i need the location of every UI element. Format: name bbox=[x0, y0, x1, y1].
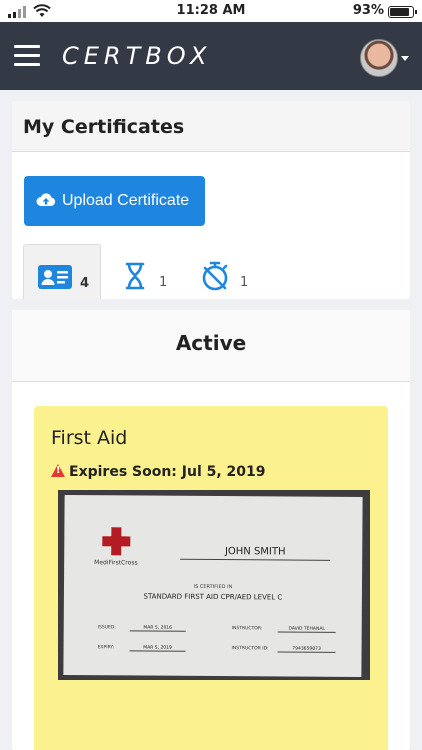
tab-expiring[interactable]: 1 bbox=[122, 244, 186, 299]
instructor-value: DAVID TEHANAL bbox=[277, 626, 336, 633]
active-count: 4 bbox=[80, 276, 90, 291]
battery-icon bbox=[388, 6, 417, 18]
expired-count: 1 bbox=[240, 275, 249, 290]
avatar[interactable] bbox=[360, 39, 398, 77]
stopwatch-off-icon bbox=[202, 261, 228, 291]
instructor-id-value: 7943659873 bbox=[277, 646, 336, 653]
section-title: Active bbox=[12, 310, 410, 382]
certificate-card[interactable]: First Aid Expires Soon: Jul 5, 2019 Medi… bbox=[34, 406, 388, 750]
certificate-org: MediFirstCross bbox=[94, 559, 138, 567]
expiry-warning: Expires Soon: Jul 5, 2019 bbox=[51, 464, 266, 480]
tab-expired[interactable]: 1 bbox=[200, 244, 264, 299]
navbar: CERTBOX bbox=[0, 22, 422, 90]
id-card-icon bbox=[38, 265, 72, 289]
cloud-upload-icon bbox=[36, 193, 56, 206]
active-card: Active First Aid Expires Soon: Jul 5, 20… bbox=[12, 310, 410, 750]
certificate-holder: JOHN SMITH bbox=[180, 545, 331, 561]
certificates-card: My Certificates Upload Certificate 4 1 1 bbox=[12, 101, 410, 299]
page-title: My Certificates bbox=[12, 101, 410, 152]
expiry-text: Expires Soon: Jul 5, 2019 bbox=[69, 464, 266, 480]
menu-icon[interactable] bbox=[14, 45, 40, 67]
expiring-count: 1 bbox=[159, 275, 168, 290]
battery-percent: 93% bbox=[352, 3, 384, 18]
chevron-down-icon[interactable] bbox=[401, 56, 409, 61]
certificate-tabs: 4 1 1 bbox=[12, 244, 410, 299]
status-bar: 11:28 AM 93% bbox=[0, 0, 422, 22]
hourglass-icon bbox=[125, 262, 145, 290]
certificate-image[interactable]: MediFirstCross JOHN SMITH IS CERTIFIED I… bbox=[58, 490, 370, 680]
tab-active[interactable]: 4 bbox=[23, 244, 101, 299]
expiry-label: EXPIRY: bbox=[97, 645, 115, 651]
upload-button-label: Upload Certificate bbox=[62, 192, 190, 209]
red-cross-logo bbox=[102, 527, 131, 556]
issued-label: ISSUED: bbox=[97, 625, 116, 631]
certificate-title: First Aid bbox=[51, 427, 128, 449]
instructor-id-label: INSTRUCTOR ID: bbox=[231, 646, 269, 652]
certified-in-label: IS CERTIFIED IN bbox=[193, 583, 233, 591]
issued-value: MAR 5, 2016 bbox=[129, 625, 186, 632]
certificate-paper: MediFirstCross JOHN SMITH IS CERTIFIED I… bbox=[63, 494, 363, 678]
expiry-value: MAR 5, 2019 bbox=[129, 645, 186, 652]
upload-certificate-button[interactable]: Upload Certificate bbox=[24, 176, 205, 226]
certificate-course: STANDARD FIRST AID CPR/AED LEVEL C bbox=[143, 592, 283, 602]
instructor-label: INSTRUCTOR: bbox=[231, 626, 263, 632]
brand-logo: CERTBOX bbox=[62, 42, 212, 70]
